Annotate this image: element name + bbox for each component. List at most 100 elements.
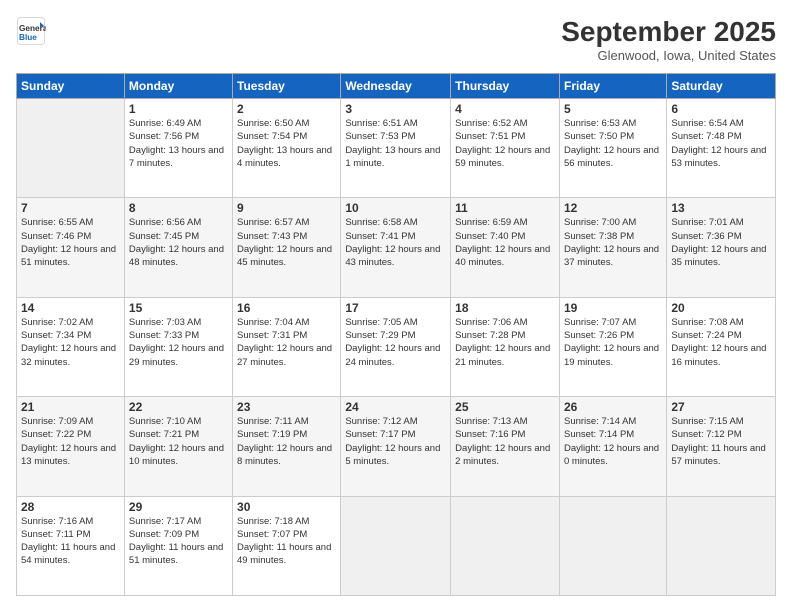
- day-number: 26: [564, 400, 662, 414]
- day-number: 24: [345, 400, 446, 414]
- day-number: 4: [455, 102, 555, 116]
- day-number: 2: [237, 102, 336, 116]
- day-number: 12: [564, 201, 662, 215]
- calendar-cell: 19Sunrise: 7:07 AMSunset: 7:26 PMDayligh…: [559, 297, 666, 396]
- day-info: Sunrise: 7:17 AMSunset: 7:09 PMDaylight:…: [129, 515, 228, 568]
- day-number: 13: [671, 201, 771, 215]
- day-number: 20: [671, 301, 771, 315]
- location: Glenwood, Iowa, United States: [561, 48, 776, 63]
- day-info: Sunrise: 7:08 AMSunset: 7:24 PMDaylight:…: [671, 316, 771, 369]
- day-number: 16: [237, 301, 336, 315]
- day-number: 17: [345, 301, 446, 315]
- day-of-week-header: Friday: [559, 74, 666, 99]
- header: General Blue September 2025 Glenwood, Io…: [16, 16, 776, 63]
- day-number: 28: [21, 500, 120, 514]
- day-info: Sunrise: 7:09 AMSunset: 7:22 PMDaylight:…: [21, 415, 120, 468]
- calendar-cell: 29Sunrise: 7:17 AMSunset: 7:09 PMDayligh…: [124, 496, 232, 595]
- logo: General Blue: [16, 16, 46, 46]
- calendar-cell: [451, 496, 560, 595]
- calendar-cell: 4Sunrise: 6:52 AMSunset: 7:51 PMDaylight…: [451, 99, 560, 198]
- calendar-cell: 15Sunrise: 7:03 AMSunset: 7:33 PMDayligh…: [124, 297, 232, 396]
- day-number: 25: [455, 400, 555, 414]
- calendar-week-row: 21Sunrise: 7:09 AMSunset: 7:22 PMDayligh…: [17, 397, 776, 496]
- day-info: Sunrise: 6:59 AMSunset: 7:40 PMDaylight:…: [455, 216, 555, 269]
- calendar-cell: 16Sunrise: 7:04 AMSunset: 7:31 PMDayligh…: [233, 297, 341, 396]
- day-info: Sunrise: 6:58 AMSunset: 7:41 PMDaylight:…: [345, 216, 446, 269]
- day-number: 18: [455, 301, 555, 315]
- day-info: Sunrise: 7:07 AMSunset: 7:26 PMDaylight:…: [564, 316, 662, 369]
- day-number: 11: [455, 201, 555, 215]
- calendar-cell: 25Sunrise: 7:13 AMSunset: 7:16 PMDayligh…: [451, 397, 560, 496]
- day-info: Sunrise: 6:57 AMSunset: 7:43 PMDaylight:…: [237, 216, 336, 269]
- calendar-cell: 28Sunrise: 7:16 AMSunset: 7:11 PMDayligh…: [17, 496, 125, 595]
- calendar-week-row: 7Sunrise: 6:55 AMSunset: 7:46 PMDaylight…: [17, 198, 776, 297]
- calendar-cell: 14Sunrise: 7:02 AMSunset: 7:34 PMDayligh…: [17, 297, 125, 396]
- calendar-week-row: 1Sunrise: 6:49 AMSunset: 7:56 PMDaylight…: [17, 99, 776, 198]
- svg-text:Blue: Blue: [19, 33, 37, 42]
- calendar-cell: 8Sunrise: 6:56 AMSunset: 7:45 PMDaylight…: [124, 198, 232, 297]
- calendar-cell: 26Sunrise: 7:14 AMSunset: 7:14 PMDayligh…: [559, 397, 666, 496]
- day-number: 9: [237, 201, 336, 215]
- day-info: Sunrise: 6:49 AMSunset: 7:56 PMDaylight:…: [129, 117, 228, 170]
- month-title: September 2025: [561, 16, 776, 48]
- calendar-cell: 6Sunrise: 6:54 AMSunset: 7:48 PMDaylight…: [667, 99, 776, 198]
- day-number: 27: [671, 400, 771, 414]
- day-info: Sunrise: 7:01 AMSunset: 7:36 PMDaylight:…: [671, 216, 771, 269]
- calendar-cell: [341, 496, 451, 595]
- day-info: Sunrise: 7:00 AMSunset: 7:38 PMDaylight:…: [564, 216, 662, 269]
- day-of-week-header: Wednesday: [341, 74, 451, 99]
- day-number: 1: [129, 102, 228, 116]
- calendar-cell: 9Sunrise: 6:57 AMSunset: 7:43 PMDaylight…: [233, 198, 341, 297]
- day-info: Sunrise: 6:51 AMSunset: 7:53 PMDaylight:…: [345, 117, 446, 170]
- day-number: 3: [345, 102, 446, 116]
- day-info: Sunrise: 7:18 AMSunset: 7:07 PMDaylight:…: [237, 515, 336, 568]
- calendar-header: SundayMondayTuesdayWednesdayThursdayFrid…: [17, 74, 776, 99]
- day-info: Sunrise: 6:52 AMSunset: 7:51 PMDaylight:…: [455, 117, 555, 170]
- calendar-body: 1Sunrise: 6:49 AMSunset: 7:56 PMDaylight…: [17, 99, 776, 596]
- calendar-cell: 20Sunrise: 7:08 AMSunset: 7:24 PMDayligh…: [667, 297, 776, 396]
- day-of-week-header: Thursday: [451, 74, 560, 99]
- day-info: Sunrise: 7:13 AMSunset: 7:16 PMDaylight:…: [455, 415, 555, 468]
- calendar-cell: 17Sunrise: 7:05 AMSunset: 7:29 PMDayligh…: [341, 297, 451, 396]
- day-of-week-header: Sunday: [17, 74, 125, 99]
- calendar-cell: 7Sunrise: 6:55 AMSunset: 7:46 PMDaylight…: [17, 198, 125, 297]
- day-info: Sunrise: 7:03 AMSunset: 7:33 PMDaylight:…: [129, 316, 228, 369]
- day-number: 6: [671, 102, 771, 116]
- calendar-cell: 21Sunrise: 7:09 AMSunset: 7:22 PMDayligh…: [17, 397, 125, 496]
- day-number: 15: [129, 301, 228, 315]
- logo-icon: General Blue: [16, 16, 46, 46]
- title-block: September 2025 Glenwood, Iowa, United St…: [561, 16, 776, 63]
- calendar-cell: 24Sunrise: 7:12 AMSunset: 7:17 PMDayligh…: [341, 397, 451, 496]
- day-number: 22: [129, 400, 228, 414]
- calendar-table: SundayMondayTuesdayWednesdayThursdayFrid…: [16, 73, 776, 596]
- day-info: Sunrise: 7:14 AMSunset: 7:14 PMDaylight:…: [564, 415, 662, 468]
- calendar-cell: 12Sunrise: 7:00 AMSunset: 7:38 PMDayligh…: [559, 198, 666, 297]
- calendar-cell: 2Sunrise: 6:50 AMSunset: 7:54 PMDaylight…: [233, 99, 341, 198]
- day-number: 10: [345, 201, 446, 215]
- day-number: 23: [237, 400, 336, 414]
- day-info: Sunrise: 7:16 AMSunset: 7:11 PMDaylight:…: [21, 515, 120, 568]
- calendar-cell: 10Sunrise: 6:58 AMSunset: 7:41 PMDayligh…: [341, 198, 451, 297]
- calendar-week-row: 28Sunrise: 7:16 AMSunset: 7:11 PMDayligh…: [17, 496, 776, 595]
- day-info: Sunrise: 6:56 AMSunset: 7:45 PMDaylight:…: [129, 216, 228, 269]
- calendar-cell: 1Sunrise: 6:49 AMSunset: 7:56 PMDaylight…: [124, 99, 232, 198]
- calendar-cell: 18Sunrise: 7:06 AMSunset: 7:28 PMDayligh…: [451, 297, 560, 396]
- calendar-page: General Blue September 2025 Glenwood, Io…: [0, 0, 792, 612]
- calendar-cell: 27Sunrise: 7:15 AMSunset: 7:12 PMDayligh…: [667, 397, 776, 496]
- calendar-week-row: 14Sunrise: 7:02 AMSunset: 7:34 PMDayligh…: [17, 297, 776, 396]
- calendar-cell: [17, 99, 125, 198]
- day-info: Sunrise: 7:02 AMSunset: 7:34 PMDaylight:…: [21, 316, 120, 369]
- calendar-cell: [559, 496, 666, 595]
- day-info: Sunrise: 7:15 AMSunset: 7:12 PMDaylight:…: [671, 415, 771, 468]
- day-number: 21: [21, 400, 120, 414]
- calendar-cell: [667, 496, 776, 595]
- calendar-cell: 11Sunrise: 6:59 AMSunset: 7:40 PMDayligh…: [451, 198, 560, 297]
- day-number: 7: [21, 201, 120, 215]
- day-info: Sunrise: 6:53 AMSunset: 7:50 PMDaylight:…: [564, 117, 662, 170]
- day-info: Sunrise: 6:55 AMSunset: 7:46 PMDaylight:…: [21, 216, 120, 269]
- days-of-week-row: SundayMondayTuesdayWednesdayThursdayFrid…: [17, 74, 776, 99]
- calendar-cell: 22Sunrise: 7:10 AMSunset: 7:21 PMDayligh…: [124, 397, 232, 496]
- day-of-week-header: Monday: [124, 74, 232, 99]
- day-info: Sunrise: 6:50 AMSunset: 7:54 PMDaylight:…: [237, 117, 336, 170]
- day-of-week-header: Tuesday: [233, 74, 341, 99]
